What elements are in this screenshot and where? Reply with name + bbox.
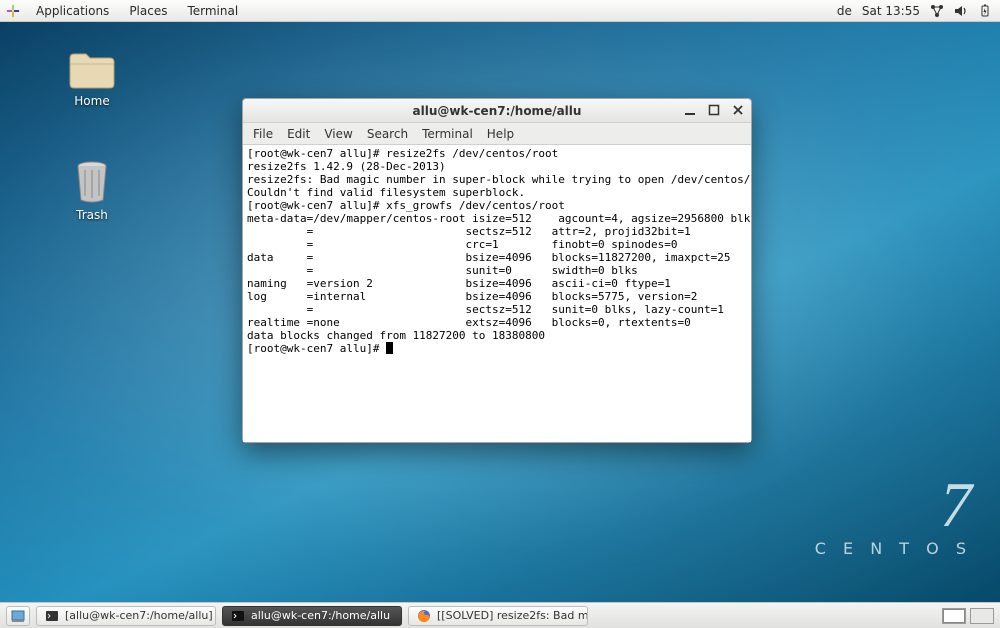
term-line: resize2fs: Bad magic number in super-blo… (247, 173, 751, 186)
volume-icon[interactable] (954, 4, 968, 18)
menu-places[interactable]: Places (125, 4, 171, 18)
workspace-1[interactable] (942, 608, 966, 624)
term-line: [root@wk-cen7 allu]# resize2fs /dev/cent… (247, 147, 558, 160)
keyboard-layout-indicator[interactable]: de (837, 4, 852, 18)
menu-view[interactable]: View (324, 127, 352, 141)
menu-terminal[interactable]: Terminal (183, 4, 242, 18)
taskbar-item-firefox[interactable]: [[SOLVED] resize2fs: Bad magic nu... (408, 606, 588, 626)
terminal-icon (231, 609, 245, 623)
centos-logo-icon (6, 4, 20, 18)
menu-file[interactable]: File (253, 127, 273, 141)
centos-version: 7 (815, 473, 972, 537)
terminal-icon (45, 609, 59, 623)
menu-edit[interactable]: Edit (287, 127, 310, 141)
taskbar-item-label: allu@wk-cen7:/home/allu (251, 609, 390, 622)
network-icon[interactable] (930, 4, 944, 18)
terminal-menubar: File Edit View Search Terminal Help (243, 123, 751, 145)
term-line: = sunit=0 swidth=0 blks (247, 264, 638, 277)
centos-name: C E N T O S (815, 539, 972, 558)
desktop-icon-label: Home (52, 94, 132, 108)
window-titlebar[interactable]: allu@wk-cen7:/home/allu (243, 99, 751, 123)
cursor-icon (386, 342, 393, 354)
term-line: realtime =none extsz=4096 blocks=0, rtex… (247, 316, 691, 329)
workspace-2[interactable] (970, 608, 994, 624)
taskbar-item-label: [allu@wk-cen7:/home/allu] (65, 609, 213, 622)
term-line: log =internal bsize=4096 blocks=5775, ve… (247, 290, 697, 303)
term-line: = sectsz=512 sunit=0 blks, lazy-count=1 (247, 303, 724, 316)
desktop-icon-trash[interactable]: Trash (52, 160, 132, 222)
term-line: [root@wk-cen7 allu]# xfs_growfs /dev/cen… (247, 199, 565, 212)
bottom-panel: [allu@wk-cen7:/home/allu] allu@wk-cen7:/… (0, 602, 1000, 628)
show-desktop-icon (11, 609, 25, 623)
menu-search[interactable]: Search (367, 127, 408, 141)
minimize-button[interactable] (681, 101, 699, 119)
term-prompt: [root@wk-cen7 allu]# (247, 342, 386, 355)
term-line: = crc=1 finobt=0 spinodes=0 (247, 238, 677, 251)
desktop-icon-label: Trash (52, 208, 132, 222)
term-line: naming =version 2 bsize=4096 ascii-ci=0 … (247, 277, 671, 290)
top-panel: Applications Places Terminal de Sat 13:5… (0, 0, 1000, 22)
desktop-icon-home[interactable]: Home (52, 50, 132, 108)
term-line: Couldn't find valid filesystem superbloc… (247, 186, 525, 199)
firefox-icon (417, 609, 431, 623)
menu-terminal[interactable]: Terminal (422, 127, 473, 141)
clock[interactable]: Sat 13:55 (862, 4, 920, 18)
taskbar-item-terminal-2[interactable]: allu@wk-cen7:/home/allu (222, 606, 402, 626)
term-line: resize2fs 1.42.9 (28-Dec-2013) (247, 160, 446, 173)
trash-icon (72, 160, 112, 204)
workspace-switcher (942, 608, 994, 624)
show-desktop-button[interactable] (6, 606, 30, 626)
term-line: meta-data=/dev/mapper/centos-root isize=… (247, 212, 751, 225)
menu-applications[interactable]: Applications (32, 4, 113, 18)
window-title: allu@wk-cen7:/home/allu (413, 104, 582, 118)
battery-icon[interactable] (978, 4, 992, 18)
folder-icon (68, 50, 116, 90)
taskbar-item-label: [[SOLVED] resize2fs: Bad magic nu... (437, 609, 588, 622)
terminal-output[interactable]: [root@wk-cen7 allu]# resize2fs /dev/cent… (243, 145, 751, 442)
menu-help[interactable]: Help (487, 127, 514, 141)
centos-watermark: 7 C E N T O S (815, 473, 972, 558)
terminal-window: allu@wk-cen7:/home/allu File Edit View S… (242, 98, 752, 443)
term-line: data blocks changed from 11827200 to 183… (247, 329, 545, 342)
maximize-button[interactable] (705, 101, 723, 119)
term-line: data = bsize=4096 blocks=11827200, imaxp… (247, 251, 730, 264)
close-button[interactable] (729, 101, 747, 119)
taskbar-item-terminal-1[interactable]: [allu@wk-cen7:/home/allu] (36, 606, 216, 626)
term-line: = sectsz=512 attr=2, projid32bit=1 (247, 225, 691, 238)
